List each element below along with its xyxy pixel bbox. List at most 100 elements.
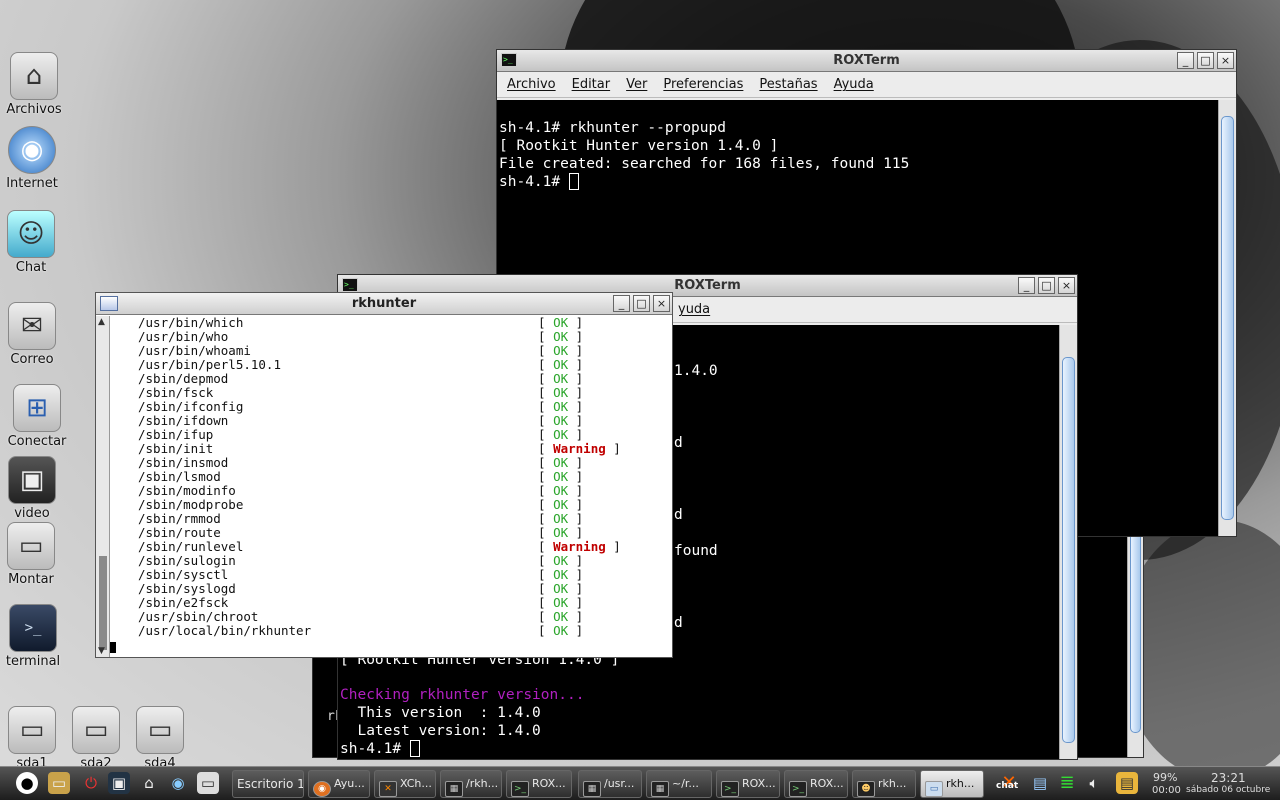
check-status: [ OK ] <box>538 483 584 498</box>
drive-icon[interactable]: ▭ <box>197 772 219 794</box>
terminal-icon: >_ <box>721 781 739 797</box>
task-button[interactable]: ▦/rkh... <box>440 770 502 798</box>
volume-icon[interactable]: 🔈︎ <box>1085 772 1103 794</box>
status-ok: OK <box>553 371 569 386</box>
cpu-monitor-icon[interactable]: ≣ <box>1058 772 1076 794</box>
scrollbar-thumb[interactable] <box>1221 116 1234 520</box>
status-ok: OK <box>553 497 569 512</box>
task-button[interactable]: >_ ROX... <box>506 770 572 798</box>
menu-ayuda[interactable]: Ayuda <box>834 77 874 92</box>
desktop-icon-archivos[interactable]: ⌂ Archivos <box>0 52 74 117</box>
menu-ayuda[interactable]: yuda <box>678 302 710 317</box>
status-ok: OK <box>553 567 569 582</box>
scroll-down-arrow[interactable]: ▼ <box>98 646 105 656</box>
file-path: /sbin/init <box>138 441 214 456</box>
scrollbar-thumb[interactable] <box>1062 357 1075 743</box>
close-button[interactable]: × <box>653 295 670 312</box>
scroll-up-arrow[interactable]: ▲ <box>98 317 105 327</box>
check-status: [ OK ] <box>538 553 584 568</box>
drive-icon: ▭ <box>136 706 184 754</box>
desktop-icon-label: Internet <box>6 176 58 191</box>
title-bar[interactable]: rkhunter _ □ × <box>96 293 672 315</box>
status-warning: Warning <box>553 441 606 456</box>
status-ok: OK <box>553 553 569 568</box>
terminal-fragment: d <box>674 435 683 451</box>
title-bar[interactable]: >_ ROXTerm _ □ × <box>497 50 1236 72</box>
status-warning: Warning <box>553 539 606 554</box>
clock-date[interactable]: sábado 06 octubre <box>1186 785 1270 795</box>
desktop-icon-montar[interactable]: ▭ Montar <box>0 522 71 587</box>
menu-pestanas[interactable]: Pestañas <box>759 77 817 92</box>
rkhunter-icon: ☻ <box>857 781 875 797</box>
globe-icon[interactable]: ◉ <box>167 772 189 794</box>
check-status: [ OK ] <box>538 497 584 512</box>
desktop-icon-internet[interactable]: ◉ Internet <box>0 126 72 191</box>
task-button[interactable]: >_ ROX... <box>784 770 848 798</box>
check-result-row: /sbin/lsmod [ OK ] <box>138 470 658 484</box>
prompt-text: sh-4.1# <box>340 741 410 757</box>
file-path: /usr/bin/perl5.10.1 <box>138 357 281 372</box>
check-status: [ Warning ] <box>538 539 621 554</box>
check-result-row: /sbin/modprobe [ OK ] <box>138 498 658 512</box>
terminal-icon[interactable]: ▣ <box>108 772 130 794</box>
status-ok: OK <box>553 315 569 330</box>
minimize-button[interactable]: _ <box>1018 277 1035 294</box>
file-path: /sbin/e2fsck <box>138 595 229 610</box>
panda-menu-icon[interactable]: ● <box>16 772 38 794</box>
desktop-icon-chat[interactable]: ☺ Chat <box>0 210 71 275</box>
maximize-button[interactable]: □ <box>1197 52 1214 69</box>
task-button[interactable]: ▦ ~/r... <box>646 770 712 798</box>
vertical-scrollbar[interactable] <box>1059 325 1077 759</box>
file-path: /usr/sbin/chroot <box>138 609 259 624</box>
task-button[interactable]: ◉ Ayu... <box>308 770 370 798</box>
drive-icon: ▭ <box>8 706 56 754</box>
desktop-icon-sda4[interactable]: ▭ sda4 <box>120 706 200 771</box>
task-button[interactable]: >_ ROX... <box>716 770 780 798</box>
task-button[interactable]: ✕ XCh... <box>374 770 436 798</box>
folder-icon[interactable]: ▭ <box>48 772 70 794</box>
clipboard-icon[interactable]: ▤ <box>1116 772 1138 794</box>
power-icon[interactable]: ⏻ <box>80 772 102 794</box>
xterm-output[interactable]: ▲ ▼ /usr/bin/which [ OK ] /usr/bin/who [ OK… <box>96 316 672 657</box>
workspace-switcher[interactable]: Escritorio 1 <box>232 770 304 798</box>
maximize-button[interactable]: □ <box>1038 277 1055 294</box>
status-ok: OK <box>553 455 569 470</box>
close-button[interactable]: × <box>1058 277 1075 294</box>
task-button[interactable]: ☻ rkh... <box>852 770 916 798</box>
maximize-button[interactable]: □ <box>633 295 650 312</box>
network-icon[interactable]: ▤ <box>1027 772 1053 794</box>
chat-people-icon: ☺ <box>7 210 55 258</box>
desktop-icon-correo[interactable]: ✉ Correo <box>0 302 72 367</box>
menu-preferencias[interactable]: Preferencias <box>663 77 743 92</box>
file-path: /sbin/sysctl <box>138 567 229 582</box>
desktop-icon-terminal[interactable]: >_ terminal <box>0 604 73 669</box>
menu-ver[interactable]: Ver <box>626 77 647 92</box>
task-button[interactable]: ▦/usr... <box>578 770 642 798</box>
menu-editar[interactable]: Editar <box>572 77 611 92</box>
rkhunter-window[interactable]: rkhunter _ □ × ▲ ▼ /usr/bin/which[ OK ] /… <box>95 292 673 658</box>
minimize-button[interactable]: _ <box>613 295 630 312</box>
check-result-row: /usr/bin/which [ OK ] <box>138 316 658 330</box>
home-icon[interactable]: ⌂ <box>138 772 160 794</box>
scrollbar-thumb[interactable] <box>99 556 107 650</box>
background-scrollbar[interactable] <box>1127 521 1143 757</box>
desktop-icon-video[interactable]: ▣ video <box>0 456 72 521</box>
xterm-scrollbar[interactable]: ▲ ▼ <box>96 316 110 657</box>
check-result-row: /sbin/depmod [ OK ] <box>138 372 658 386</box>
status-ok: OK <box>553 581 569 596</box>
status-ok: OK <box>553 357 569 372</box>
minimize-button[interactable]: _ <box>1177 52 1194 69</box>
check-result-row: /usr/sbin/chroot [ OK ] <box>138 610 658 624</box>
clapperboard-icon: ▣ <box>8 456 56 504</box>
clock-time[interactable]: 23:21 <box>1211 771 1246 785</box>
firefox-icon: ◉ <box>313 781 331 797</box>
desktop-icon-conectar[interactable]: ⊞ Conectar <box>0 384 77 449</box>
terminal-fragment: 1.4.0 <box>674 363 718 379</box>
vertical-scrollbar[interactable] <box>1218 100 1236 536</box>
task-button-active[interactable]: ▭ rkh... <box>920 770 984 798</box>
menu-archivo[interactable]: Archivo <box>507 77 556 92</box>
close-button[interactable]: × <box>1217 52 1234 69</box>
check-result-row: /sbin/ifdown [ OK ] <box>138 414 658 428</box>
check-result-row: /sbin/insmod [ OK ] <box>138 456 658 470</box>
file-path: /usr/bin/who <box>138 329 229 344</box>
